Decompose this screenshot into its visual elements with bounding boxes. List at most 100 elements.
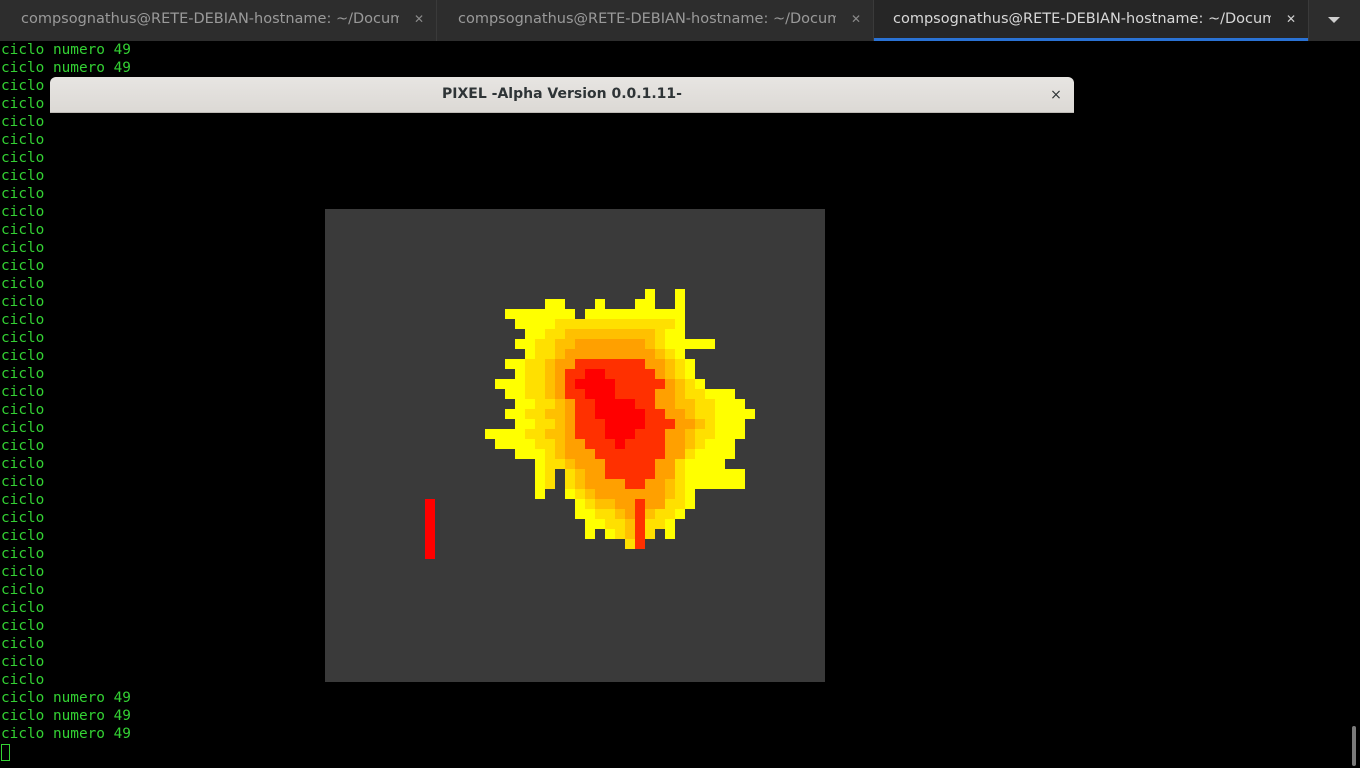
fire-pixel: [685, 369, 695, 379]
close-icon[interactable]: ✕: [847, 10, 865, 28]
fire-pixel: [515, 389, 525, 399]
fire-pixel: [565, 459, 575, 469]
fire-pixel: [615, 359, 625, 369]
fire-pixel: [565, 329, 575, 339]
fire-pixel: [645, 519, 655, 529]
fire-pixel: [615, 309, 625, 319]
close-icon[interactable]: ✕: [1282, 10, 1300, 28]
fire-pixel: [655, 459, 665, 469]
tab-list-menu-button[interactable]: [1308, 0, 1360, 41]
terminal-scrollbar[interactable]: [1348, 41, 1360, 768]
fire-pixel: [495, 439, 505, 449]
fire-pixel: [535, 389, 545, 399]
fire-pixel: [605, 439, 615, 449]
close-icon[interactable]: ×: [1046, 85, 1066, 105]
fire-pixel: [485, 429, 495, 439]
fire-pixel: [605, 449, 615, 459]
fire-pixel: [555, 399, 565, 409]
fire-pixel: [575, 389, 585, 399]
fire-pixel: [545, 409, 555, 419]
fire-pixel: [535, 329, 545, 339]
fire-pixel: [595, 329, 605, 339]
fire-pixel: [545, 379, 555, 389]
dialog-titlebar[interactable]: PIXEL -Alpha Version 0.0.1.11- ×: [50, 77, 1074, 113]
fire-pixel: [535, 359, 545, 369]
fire-pixel: [625, 379, 635, 389]
fire-pixel: [565, 319, 575, 329]
fire-pixel: [635, 339, 645, 349]
fire-pixel: [535, 479, 545, 489]
fire-pixel: [525, 319, 535, 329]
fire-pixel: [655, 359, 665, 369]
fire-pixel: [655, 429, 665, 439]
fire-pixel: [655, 369, 665, 379]
fire-pixel: [685, 479, 695, 489]
fire-pixel: [695, 409, 705, 419]
terminal-tab-3-active[interactable]: compsognathus@RETE-DEBIAN-hostname: ~/Do…: [874, 0, 1308, 41]
fire-pixel: [515, 439, 525, 449]
fire-pixel: [555, 319, 565, 329]
fire-pixel: [715, 419, 725, 429]
fire-pixel: [635, 329, 645, 339]
fire-pixel: [545, 299, 555, 309]
fire-pixel: [695, 479, 705, 489]
fire-pixel: [585, 479, 595, 489]
close-icon[interactable]: ✕: [410, 10, 428, 28]
fire-pixel: [725, 429, 735, 439]
fire-pixel: [515, 399, 525, 409]
fire-pixel: [585, 359, 595, 369]
fire-pixel: [635, 299, 645, 309]
fire-pixel: [645, 529, 655, 539]
terminal-tab-2[interactable]: compsognathus@RETE-DEBIAN-hostname: ~/Do…: [437, 0, 873, 41]
fire-pixel: [685, 389, 695, 399]
fire-pixel: [555, 369, 565, 379]
fire-pixel: [575, 409, 585, 419]
fire-pixel: [555, 339, 565, 349]
fire-pixel: [645, 429, 655, 439]
fire-pixel: [525, 419, 535, 429]
fire-pixel: [585, 519, 595, 529]
fire-pixel: [675, 399, 685, 409]
fire-pixel: [595, 469, 605, 479]
fire-pixel: [715, 389, 725, 399]
fire-pixel: [675, 319, 685, 329]
fire-pixel: [655, 489, 665, 499]
fire-pixel: [625, 479, 635, 489]
scrollbar-thumb[interactable]: [1352, 726, 1356, 766]
fire-pixel: [585, 399, 595, 409]
fire-pixel: [545, 439, 555, 449]
fire-pixel: [685, 429, 695, 439]
fire-pixel: [655, 439, 665, 449]
fire-pixel: [645, 459, 655, 469]
fire-pixel: [685, 449, 695, 459]
fire-pixel: [595, 359, 605, 369]
fire-pixel: [595, 429, 605, 439]
fire-pixel: [625, 429, 635, 439]
fire-pixel: [535, 379, 545, 389]
fire-pixel: [625, 339, 635, 349]
terminal-tab-1[interactable]: compsognathus@RETE-DEBIAN-hostname: ~/Do…: [0, 0, 436, 41]
fire-pixel: [515, 339, 525, 349]
fire-pixel: [585, 349, 595, 359]
fire-pixel: [595, 419, 605, 429]
fire-pixel: [525, 349, 535, 359]
fire-pixel: [675, 349, 685, 359]
fire-pixel: [545, 389, 555, 399]
fire-pixel: [535, 309, 545, 319]
fire-pixel: [565, 369, 575, 379]
fire-pixel: [585, 509, 595, 519]
fire-pixel: [665, 509, 675, 519]
fire-pixel: [635, 469, 645, 479]
fire-pixel: [635, 409, 645, 419]
fire-pixel: [625, 449, 635, 459]
fire-pixel: [645, 289, 655, 299]
fire-pixel: [565, 469, 575, 479]
fire-pixel: [605, 529, 615, 539]
fire-pixel: [565, 489, 575, 499]
fire-pixel: [605, 329, 615, 339]
fire-pixel: [615, 409, 625, 419]
game-canvas[interactable]: [325, 209, 825, 682]
fire-pixel: [595, 309, 605, 319]
fire-pixel: [515, 379, 525, 389]
fire-pixel: [575, 319, 585, 329]
